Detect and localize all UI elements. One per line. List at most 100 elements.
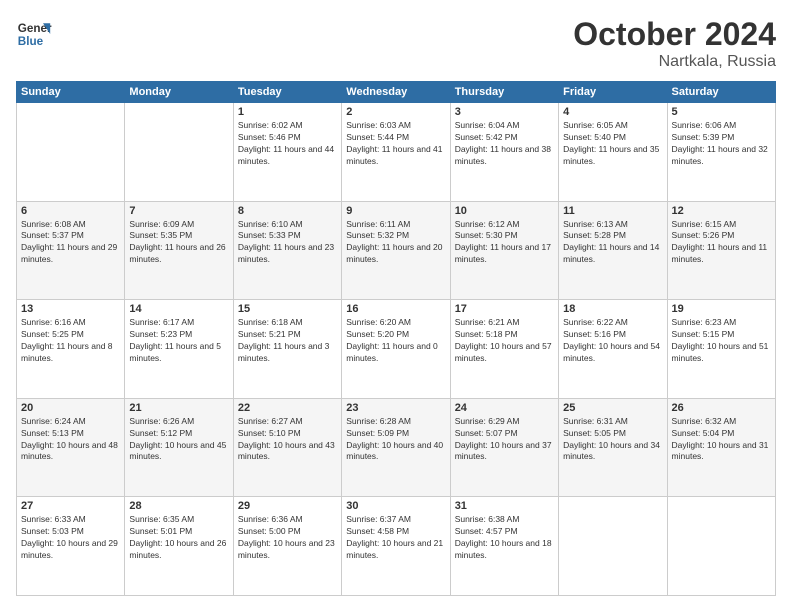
day-info: Sunrise: 6:22 AM Sunset: 5:16 PM Dayligh… [563, 317, 662, 365]
location-subtitle: Nartkala, Russia [573, 53, 776, 71]
header-row: SundayMondayTuesdayWednesdayThursdayFrid… [17, 82, 776, 103]
title-block: October 2024 Nartkala, Russia [573, 16, 776, 71]
calendar-day-cell: 25Sunrise: 6:31 AM Sunset: 5:05 PM Dayli… [559, 398, 667, 497]
day-info: Sunrise: 6:09 AM Sunset: 5:35 PM Dayligh… [129, 219, 228, 267]
calendar-day-cell: 6Sunrise: 6:08 AM Sunset: 5:37 PM Daylig… [17, 201, 125, 300]
calendar-day-cell: 23 Sunrise: 6:28 AM Sunset: 5:09 PM Dayli… [342, 398, 450, 497]
day-number: 7 [129, 205, 228, 217]
calendar-day-cell: 18 Sunrise: 6:22 AM Sunset: 5:16 PM Dayli… [559, 300, 667, 399]
day-info: Sunrise: 6:21 AM Sunset: 5:18 PM Dayligh… [455, 317, 554, 365]
day-number: 10 [455, 205, 554, 217]
calendar-table: SundayMondayTuesdayWednesdayThursdayFrid… [16, 81, 776, 596]
day-info: Sunrise: 6:36 AM Sunset: 5:00 PM Dayligh… [238, 514, 337, 562]
day-number: 17 [455, 303, 554, 315]
header: General Blue October 2024 Nartkala, Russ… [16, 16, 776, 71]
day-header: Thursday [450, 82, 558, 103]
calendar-day-cell: 21 Sunrise: 6:26 AM Sunset: 5:12 PM Dayli… [125, 398, 233, 497]
day-number: 4 [563, 106, 662, 118]
day-header: Sunday [17, 82, 125, 103]
day-number: 23 [346, 402, 445, 414]
calendar-day-cell: 29 Sunrise: 6:36 AM Sunset: 5:00 PM Dayli… [233, 497, 341, 596]
calendar-day-cell: 30 Sunrise: 6:37 AM Sunset: 4:58 PM Dayli… [342, 497, 450, 596]
calendar-day-cell: 15Sunrise: 6:18 AM Sunset: 5:21 PM Dayli… [233, 300, 341, 399]
calendar-day-cell: 1 Sunrise: 6:02 AM Sunset: 5:46 PM Daylig… [233, 103, 341, 202]
day-number: 21 [129, 402, 228, 414]
month-title: October 2024 [573, 16, 776, 53]
calendar-day-cell [559, 497, 667, 596]
day-info: Sunrise: 6:10 AM Sunset: 5:33 PM Dayligh… [238, 219, 337, 267]
day-info: Sunrise: 6:05 AM Sunset: 5:40 PM Dayligh… [563, 120, 662, 168]
calendar-day-cell: 8 Sunrise: 6:10 AM Sunset: 5:33 PM Daylig… [233, 201, 341, 300]
calendar-day-cell: 4 Sunrise: 6:05 AM Sunset: 5:40 PM Daylig… [559, 103, 667, 202]
calendar-day-cell [17, 103, 125, 202]
day-info: Sunrise: 6:13 AM Sunset: 5:28 PM Dayligh… [563, 219, 662, 267]
calendar-week-row: 20Sunrise: 6:24 AM Sunset: 5:13 PM Dayli… [17, 398, 776, 497]
day-number: 3 [455, 106, 554, 118]
day-info: Sunrise: 6:06 AM Sunset: 5:39 PM Dayligh… [672, 120, 771, 168]
calendar-week-row: 6Sunrise: 6:08 AM Sunset: 5:37 PM Daylig… [17, 201, 776, 300]
day-header: Tuesday [233, 82, 341, 103]
day-number: 14 [129, 303, 228, 315]
logo: General Blue [16, 16, 52, 52]
day-info: Sunrise: 6:02 AM Sunset: 5:46 PM Dayligh… [238, 120, 337, 168]
calendar-day-cell: 9 Sunrise: 6:11 AM Sunset: 5:32 PM Daylig… [342, 201, 450, 300]
calendar-day-cell: 17 Sunrise: 6:21 AM Sunset: 5:18 PM Dayli… [450, 300, 558, 399]
calendar-day-cell: 7 Sunrise: 6:09 AM Sunset: 5:35 PM Daylig… [125, 201, 233, 300]
calendar-day-cell: 11Sunrise: 6:13 AM Sunset: 5:28 PM Dayli… [559, 201, 667, 300]
day-number: 9 [346, 205, 445, 217]
day-info: Sunrise: 6:26 AM Sunset: 5:12 PM Dayligh… [129, 416, 228, 464]
calendar-day-cell: 19 Sunrise: 6:23 AM Sunset: 5:15 PM Dayli… [667, 300, 775, 399]
day-header: Wednesday [342, 82, 450, 103]
day-number: 30 [346, 500, 445, 512]
day-info: Sunrise: 6:08 AM Sunset: 5:37 PM Dayligh… [21, 219, 120, 267]
day-info: Sunrise: 6:35 AM Sunset: 5:01 PM Dayligh… [129, 514, 228, 562]
calendar-header: SundayMondayTuesdayWednesdayThursdayFrid… [17, 82, 776, 103]
day-info: Sunrise: 6:18 AM Sunset: 5:21 PM Dayligh… [238, 317, 337, 365]
day-header: Monday [125, 82, 233, 103]
day-number: 16 [346, 303, 445, 315]
day-number: 24 [455, 402, 554, 414]
day-number: 28 [129, 500, 228, 512]
calendar-day-cell [125, 103, 233, 202]
calendar-day-cell: 3 Sunrise: 6:04 AM Sunset: 5:42 PM Daylig… [450, 103, 558, 202]
calendar-day-cell: 10Sunrise: 6:12 AM Sunset: 5:30 PM Dayli… [450, 201, 558, 300]
day-info: Sunrise: 6:29 AM Sunset: 5:07 PM Dayligh… [455, 416, 554, 464]
day-number: 19 [672, 303, 771, 315]
calendar-day-cell: 14Sunrise: 6:17 AM Sunset: 5:23 PM Dayli… [125, 300, 233, 399]
day-info: Sunrise: 6:11 AM Sunset: 5:32 PM Dayligh… [346, 219, 445, 267]
day-info: Sunrise: 6:15 AM Sunset: 5:26 PM Dayligh… [672, 219, 771, 267]
day-number: 31 [455, 500, 554, 512]
day-number: 12 [672, 205, 771, 217]
day-number: 18 [563, 303, 662, 315]
calendar-week-row: 13Sunrise: 6:16 AM Sunset: 5:25 PM Dayli… [17, 300, 776, 399]
day-info: Sunrise: 6:03 AM Sunset: 5:44 PM Dayligh… [346, 120, 445, 168]
calendar-day-cell: 27Sunrise: 6:33 AM Sunset: 5:03 PM Dayli… [17, 497, 125, 596]
day-info: Sunrise: 6:24 AM Sunset: 5:13 PM Dayligh… [21, 416, 120, 464]
day-info: Sunrise: 6:37 AM Sunset: 4:58 PM Dayligh… [346, 514, 445, 562]
logo-icon: General Blue [16, 16, 52, 52]
calendar-day-cell: 26 Sunrise: 6:32 AM Sunset: 5:04 PM Dayli… [667, 398, 775, 497]
day-number: 5 [672, 106, 771, 118]
day-info: Sunrise: 6:04 AM Sunset: 5:42 PM Dayligh… [455, 120, 554, 168]
calendar-day-cell: 13Sunrise: 6:16 AM Sunset: 5:25 PM Dayli… [17, 300, 125, 399]
day-number: 1 [238, 106, 337, 118]
day-info: Sunrise: 6:33 AM Sunset: 5:03 PM Dayligh… [21, 514, 120, 562]
day-number: 29 [238, 500, 337, 512]
day-number: 8 [238, 205, 337, 217]
calendar-day-cell: 2Sunrise: 6:03 AM Sunset: 5:44 PM Daylig… [342, 103, 450, 202]
day-info: Sunrise: 6:31 AM Sunset: 5:05 PM Dayligh… [563, 416, 662, 464]
day-info: Sunrise: 6:23 AM Sunset: 5:15 PM Dayligh… [672, 317, 771, 365]
calendar-day-cell: 22Sunrise: 6:27 AM Sunset: 5:10 PM Dayli… [233, 398, 341, 497]
calendar-day-cell: 12 Sunrise: 6:15 AM Sunset: 5:26 PM Dayli… [667, 201, 775, 300]
calendar-day-cell [667, 497, 775, 596]
day-number: 22 [238, 402, 337, 414]
svg-text:Blue: Blue [18, 35, 44, 48]
day-info: Sunrise: 6:38 AM Sunset: 4:57 PM Dayligh… [455, 514, 554, 562]
calendar-day-cell: 24 Sunrise: 6:29 AM Sunset: 5:07 PM Dayli… [450, 398, 558, 497]
day-number: 26 [672, 402, 771, 414]
calendar-week-row: 1 Sunrise: 6:02 AM Sunset: 5:46 PM Daylig… [17, 103, 776, 202]
day-info: Sunrise: 6:32 AM Sunset: 5:04 PM Dayligh… [672, 416, 771, 464]
day-info: Sunrise: 6:28 AM Sunset: 5:09 PM Dayligh… [346, 416, 445, 464]
day-info: Sunrise: 6:16 AM Sunset: 5:25 PM Dayligh… [21, 317, 120, 365]
calendar-day-cell: 5 Sunrise: 6:06 AM Sunset: 5:39 PM Daylig… [667, 103, 775, 202]
